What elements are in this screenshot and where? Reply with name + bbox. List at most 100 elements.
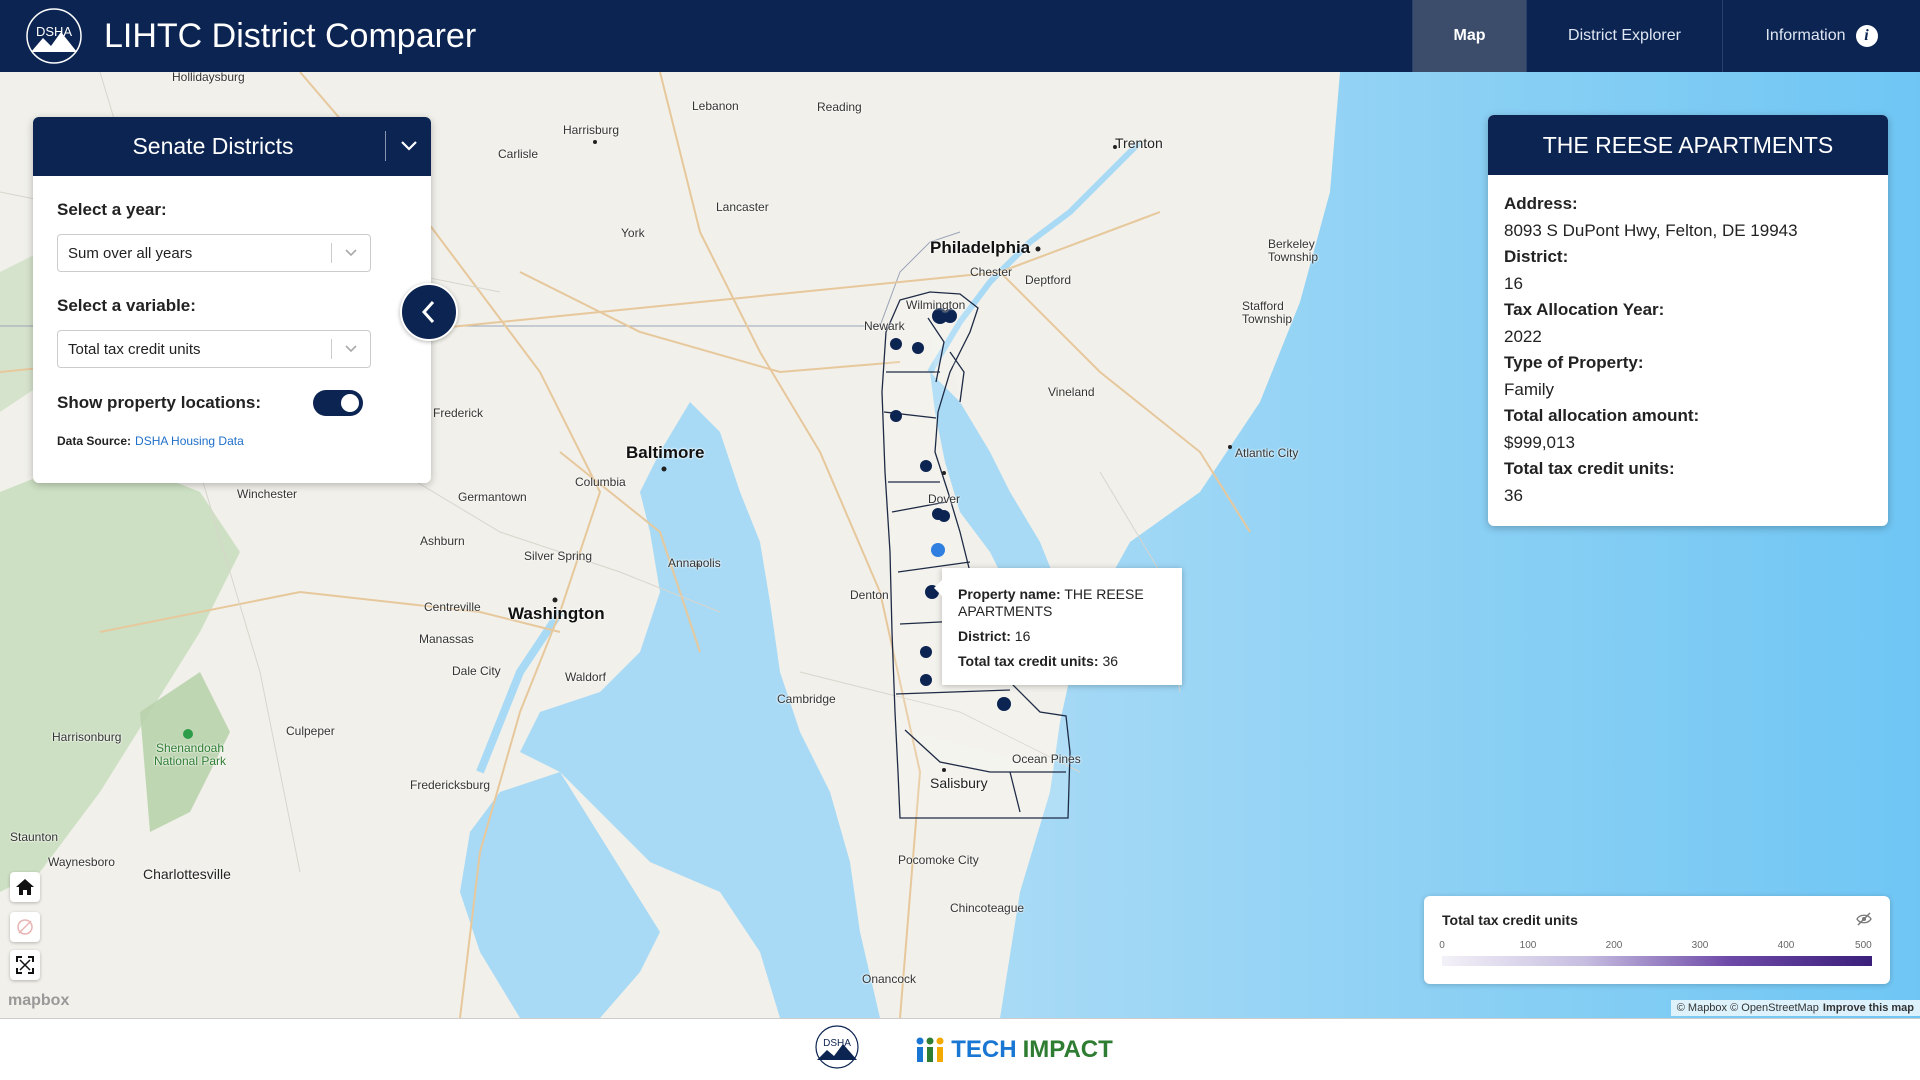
place-label: York	[621, 226, 645, 240]
place-label: Vineland	[1048, 385, 1095, 399]
techimpact-impact-text: IMPACT	[1022, 1035, 1113, 1063]
place-label: Atlantic City	[1235, 446, 1299, 460]
place-label: Wilmington	[906, 298, 966, 312]
dsha-logo[interactable]: DSHA	[14, 0, 94, 72]
home-icon[interactable]	[10, 872, 40, 902]
allocation-year-label: Tax Allocation Year:	[1504, 300, 1665, 319]
show-locations-toggle[interactable]	[313, 390, 363, 416]
place-label: Hollidaysburg	[172, 72, 245, 84]
data-source-link[interactable]: DSHA Housing Data	[135, 434, 244, 448]
place-label: Harrisburg	[563, 123, 620, 137]
allocation-amount-value: $999,013	[1504, 433, 1575, 452]
place-label: Stafford Township	[1242, 299, 1293, 326]
improve-map-link[interactable]: Improve this map	[1823, 1002, 1914, 1014]
place-label: Charlottesville	[143, 866, 231, 882]
place-label: Frederick	[433, 406, 484, 420]
legend-tick: 100	[1519, 940, 1537, 951]
place-label: Culpeper	[286, 724, 335, 738]
legend-tick: 200	[1605, 940, 1623, 951]
place-label: Carlisle	[498, 147, 539, 161]
techimpact-logo[interactable]: TECH IMPACT	[915, 1036, 1113, 1064]
district-value: 16	[1504, 274, 1523, 293]
property-type-value: Family	[1504, 380, 1555, 399]
place-label: Denton	[850, 588, 889, 602]
tooltip-name-label: Property name:	[958, 586, 1061, 602]
tooltip-arrow	[934, 580, 942, 596]
place-label: Baltimore	[626, 443, 705, 462]
main-nav: Map District Explorer Information i	[1412, 0, 1920, 72]
legend-tick: 500	[1855, 940, 1872, 951]
place-label: Staunton	[10, 830, 59, 844]
mapbox-logo[interactable]: mapbox	[8, 992, 69, 1010]
place-label: Ashburn	[420, 534, 465, 548]
info-icon: i	[1855, 25, 1878, 47]
data-source: Data Source: DSHA Housing Data	[57, 434, 407, 448]
tooltip-district-row: District: 16	[958, 628, 1166, 645]
place-label: Germantown	[458, 490, 527, 504]
footer-dsha-logo[interactable]: DSHA	[807, 1024, 867, 1075]
year-select-value: Sum over all years	[68, 244, 193, 262]
place-label: Waldorf	[565, 670, 606, 684]
nav-tab-district-explorer[interactable]: District Explorer	[1526, 0, 1722, 72]
place-label: Winchester	[237, 487, 298, 501]
year-select[interactable]: Sum over all years	[57, 234, 371, 272]
variable-label: Select a variable:	[57, 296, 196, 315]
place-label: Centreville	[424, 600, 481, 614]
collapse-panel-button[interactable]	[400, 283, 458, 341]
chevron-down-icon[interactable]	[385, 131, 431, 161]
place-label: Silver Spring	[524, 549, 593, 563]
select-divider	[331, 339, 332, 359]
svg-text:DSHA: DSHA	[823, 1038, 851, 1049]
place-label: Deptford	[1025, 273, 1072, 287]
eye-off-icon[interactable]	[1856, 912, 1872, 931]
locations-label: Show property locations:	[57, 393, 262, 412]
svg-text:DSHA: DSHA	[36, 24, 72, 39]
tooltip-units-label: Total tax credit units:	[958, 653, 1099, 669]
attribution-text: © Mapbox © OpenStreetMap	[1676, 1002, 1819, 1014]
place-label: Harrisonburg	[52, 730, 122, 744]
district-type-selector[interactable]: Senate Districts	[33, 117, 431, 176]
place-label: Onancock	[862, 972, 917, 986]
legend-ticks: 0 100 200 300 400 500	[1439, 940, 1872, 954]
legend-title: Total tax credit units	[1442, 912, 1578, 928]
legend-tick: 400	[1777, 940, 1795, 951]
compass-icon[interactable]	[10, 912, 40, 942]
place-label: Reading	[817, 100, 862, 114]
techimpact-tech-text: TECH	[951, 1035, 1017, 1063]
property-detail-card: THE REESE APARTMENTS Address: 8093 S DuP…	[1488, 115, 1888, 526]
app-title: LIHTC District Comparer	[104, 16, 477, 55]
place-label: Columbia	[575, 475, 626, 489]
place-label: Berkeley Township	[1268, 237, 1319, 264]
tooltip-district-label: District:	[958, 628, 1011, 644]
variable-select[interactable]: Total tax credit units	[57, 330, 371, 368]
place-label: Pocomoke City	[898, 853, 979, 867]
variable-select-value: Total tax credit units	[68, 340, 201, 358]
place-label: Shenandoah National Park	[153, 741, 227, 768]
tooltip-units-row: Total tax credit units: 36	[958, 653, 1166, 670]
property-type-label: Type of Property:	[1504, 353, 1644, 372]
chevron-down-icon	[344, 245, 358, 262]
nav-tab-map[interactable]: Map	[1412, 0, 1526, 72]
fullscreen-icon[interactable]	[10, 950, 40, 980]
place-label: Fredericksburg	[410, 778, 491, 792]
nav-tab-information[interactable]: Information i	[1722, 0, 1920, 72]
map-attribution: © Mapbox © OpenStreetMap Improve this map	[1670, 1000, 1920, 1016]
place-label: Chincoteague	[950, 901, 1025, 915]
legend-color-ramp	[1442, 956, 1872, 966]
place-label: Ocean Pines	[1012, 752, 1081, 766]
property-name: THE REESE APARTMENTS	[1488, 115, 1888, 175]
place-label: Chester	[970, 265, 1013, 279]
credit-units-value: 36	[1504, 486, 1523, 505]
address-label: Address:	[1504, 194, 1578, 213]
place-label: Philadelphia	[930, 238, 1031, 257]
place-label: Annapolis	[668, 556, 721, 570]
allocation-year-value: 2022	[1504, 327, 1542, 346]
address-value: 8093 S DuPont Hwy, Felton, DE 19943	[1504, 221, 1798, 240]
nav-tab-information-label: Information	[1765, 27, 1846, 44]
place-label: Washington	[508, 604, 605, 623]
district-label: District:	[1504, 247, 1569, 266]
year-label: Select a year:	[57, 200, 167, 219]
district-control-panel: Senate Districts Select a year: Sum over…	[33, 117, 431, 483]
place-label: Dale City	[452, 664, 501, 678]
credit-units-label: Total tax credit units:	[1504, 459, 1675, 478]
